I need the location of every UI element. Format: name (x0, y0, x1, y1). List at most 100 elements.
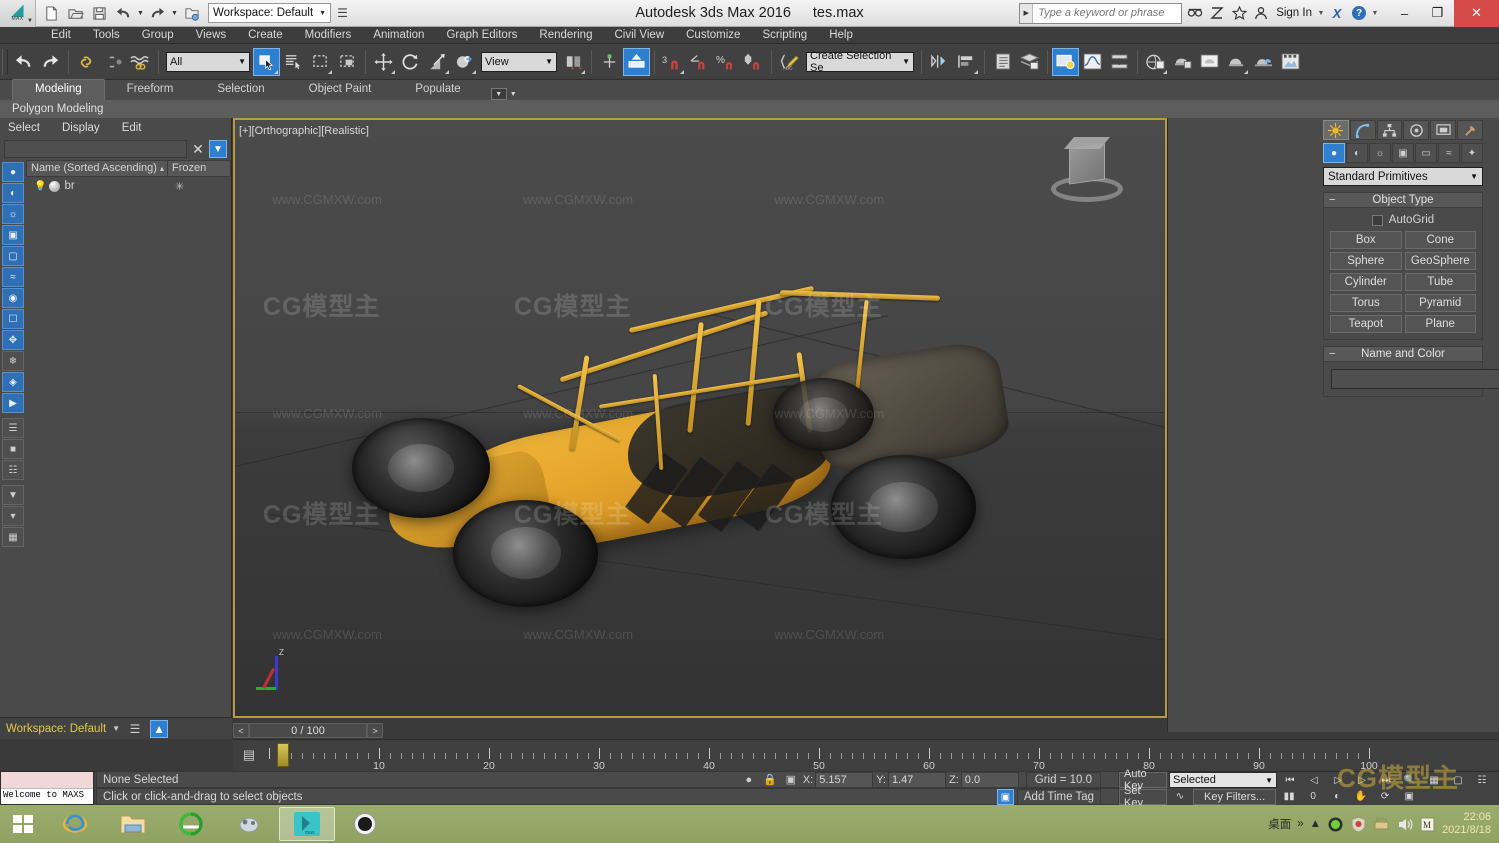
layers-icon[interactable]: ☰ (126, 720, 144, 738)
x-input[interactable] (815, 772, 873, 788)
search-input[interactable] (1033, 4, 1181, 23)
redo-button[interactable] (37, 48, 64, 76)
rectangular-selection-region-button[interactable] (307, 48, 334, 76)
percent-snap-toggle-button[interactable]: % (713, 48, 740, 76)
collapse-icon[interactable]: − (1329, 194, 1335, 206)
menu-item-group[interactable]: Group (131, 27, 185, 44)
zoom-extents-icon[interactable]: ▢ (1447, 772, 1469, 788)
maximize-button[interactable]: ❐ (1421, 0, 1454, 27)
go-to-end-button[interactable]: ⏭ (1375, 772, 1397, 788)
select-and-rotate-button[interactable] (397, 48, 424, 76)
add-time-tag-button[interactable]: Add Time Tag (1017, 789, 1101, 805)
new-scene-button[interactable] (40, 3, 63, 24)
frozen-state-icon[interactable]: ✳ (169, 180, 231, 193)
window-crossing-button[interactable] (334, 48, 361, 76)
select-and-link-upward-button[interactable] (623, 48, 650, 76)
collapse-icon[interactable]: − (1329, 348, 1335, 360)
previous-frame-button[interactable]: ◁ (1303, 772, 1325, 788)
snaps-toggle-button[interactable]: 3 (659, 48, 686, 76)
maxscript-listener[interactable]: Welcome to MAXS (0, 771, 94, 805)
mirror-button[interactable] (926, 48, 953, 76)
tray-antivirus-icon[interactable] (1350, 816, 1367, 833)
object-name-input[interactable] (1331, 369, 1499, 389)
set-key-button[interactable]: Set Key (1119, 789, 1167, 805)
next-frame-arrow[interactable]: > (367, 723, 383, 738)
ribbon-tab-object-paint[interactable]: Object Paint (287, 80, 394, 100)
menu-item-create[interactable]: Create (237, 27, 294, 44)
object-category-dropdown[interactable]: Standard Primitives ▼ (1323, 167, 1483, 186)
save-file-button[interactable] (88, 3, 111, 24)
hierarchy-tab[interactable] (1377, 120, 1403, 140)
unlink-selection-button[interactable] (100, 48, 127, 76)
systems-subtab[interactable]: ✦ (1461, 143, 1483, 163)
modify-tab[interactable] (1350, 120, 1376, 140)
minimize-button[interactable]: – (1388, 0, 1421, 27)
create-tab[interactable] (1323, 120, 1349, 140)
plane-button[interactable]: Plane (1405, 315, 1477, 333)
display-xrefs-icon[interactable]: ☐ (2, 309, 24, 329)
chevron-down-icon[interactable]: ▼ (112, 724, 120, 733)
select-and-move-button[interactable] (370, 48, 397, 76)
menu-item-help[interactable]: Help (818, 27, 864, 44)
tray-overflow-icon[interactable]: » (1297, 818, 1303, 830)
select-by-name-button[interactable] (280, 48, 307, 76)
app-task[interactable] (221, 807, 277, 841)
filter-funnel-icon[interactable]: ▼ (2, 485, 24, 505)
column-header-name[interactable]: Name (Sorted Ascending) ▴ (27, 161, 168, 176)
3dsmax-task[interactable]: max (279, 807, 335, 841)
key-filters-button[interactable]: Key Filters... (1193, 789, 1276, 805)
help-icon[interactable]: ? (1348, 2, 1370, 24)
undo-button[interactable] (112, 3, 135, 24)
open-mini-curve-editor-icon[interactable]: ▤ (237, 744, 261, 766)
tray-volume-icon[interactable] (1396, 816, 1413, 833)
utilities-tab[interactable] (1457, 120, 1483, 140)
display-cameras-icon[interactable]: ▣ (2, 225, 24, 245)
geometry-subtab[interactable]: ● (1323, 143, 1345, 163)
y-input[interactable] (888, 772, 946, 788)
filter-icon[interactable]: ▼ (209, 140, 227, 158)
go-to-start-button[interactable]: ⏮ (1279, 772, 1301, 788)
scene-explorer-menu-edit[interactable]: Edit (122, 122, 142, 134)
file-explorer-task[interactable] (105, 807, 161, 841)
pyramid-button[interactable]: Pyramid (1405, 294, 1477, 312)
viewport[interactable]: [+][Orthographic][Realistic] (233, 118, 1167, 718)
maximize-viewport-icon[interactable]: ▣ (1398, 789, 1420, 805)
autogrid-row[interactable]: AutoGrid (1330, 212, 1476, 231)
chevron-down-icon[interactable]: ▼ (510, 91, 517, 98)
green-browser-task[interactable] (163, 807, 219, 841)
select-object-button[interactable] (253, 48, 280, 76)
help-dropdown-icon[interactable]: ▼ (1370, 10, 1380, 17)
scene-explorer-list[interactable]: Name (Sorted Ascending) ▴ Frozen 💡 br ✳ (26, 160, 231, 732)
play-animation-button[interactable]: ▷ (1327, 772, 1349, 788)
next-frame-button[interactable]: ▷ (1351, 772, 1373, 788)
application-menu-button[interactable]: ◢ MAX ▼ (0, 0, 36, 27)
use-pivot-point-center-button[interactable] (560, 48, 587, 76)
undo-button[interactable] (10, 48, 37, 76)
cone-button[interactable]: Cone (1405, 231, 1477, 249)
box-button[interactable]: Box (1330, 231, 1402, 249)
tube-button[interactable]: Tube (1405, 273, 1477, 291)
render-frame-window-button[interactable] (1277, 48, 1304, 76)
menu-item-edit[interactable]: Edit (40, 27, 82, 44)
current-frame-display[interactable]: 0 / 100 (249, 723, 367, 738)
listener-input-area[interactable] (1, 772, 93, 789)
scene-explorer-search-input[interactable] (4, 140, 187, 158)
name-and-color-header[interactable]: − Name and Color (1323, 346, 1483, 362)
scene-explorer-row[interactable]: 💡 br ✳ (26, 177, 231, 195)
spinner-snap-toggle-button[interactable] (740, 48, 767, 76)
clock[interactable]: 22:06 2021/8/18 (1442, 811, 1491, 837)
zoom-icon[interactable]: 🔍 (1399, 772, 1421, 788)
menu-item-civil-view[interactable]: Civil View (603, 27, 675, 44)
list-view-icon[interactable]: ☰ (2, 418, 24, 438)
menu-item-scripting[interactable]: Scripting (751, 27, 818, 44)
close-button[interactable]: ✕ (1454, 0, 1499, 27)
show-hidden-icons-icon[interactable]: ▲ (1310, 818, 1321, 830)
display-shapes-icon[interactable]: ◐ (2, 183, 24, 203)
cylinder-button[interactable]: Cylinder (1330, 273, 1402, 291)
orbit-icon[interactable]: ⟳ (1374, 789, 1396, 805)
ribbon-display-icon[interactable]: ▼ (491, 88, 507, 100)
subscription-icon[interactable] (1206, 2, 1228, 24)
key-curve-icon[interactable]: ∿ (1169, 789, 1191, 805)
display-tab[interactable] (1430, 120, 1456, 140)
panel-view-icon[interactable]: ■ (2, 439, 24, 459)
